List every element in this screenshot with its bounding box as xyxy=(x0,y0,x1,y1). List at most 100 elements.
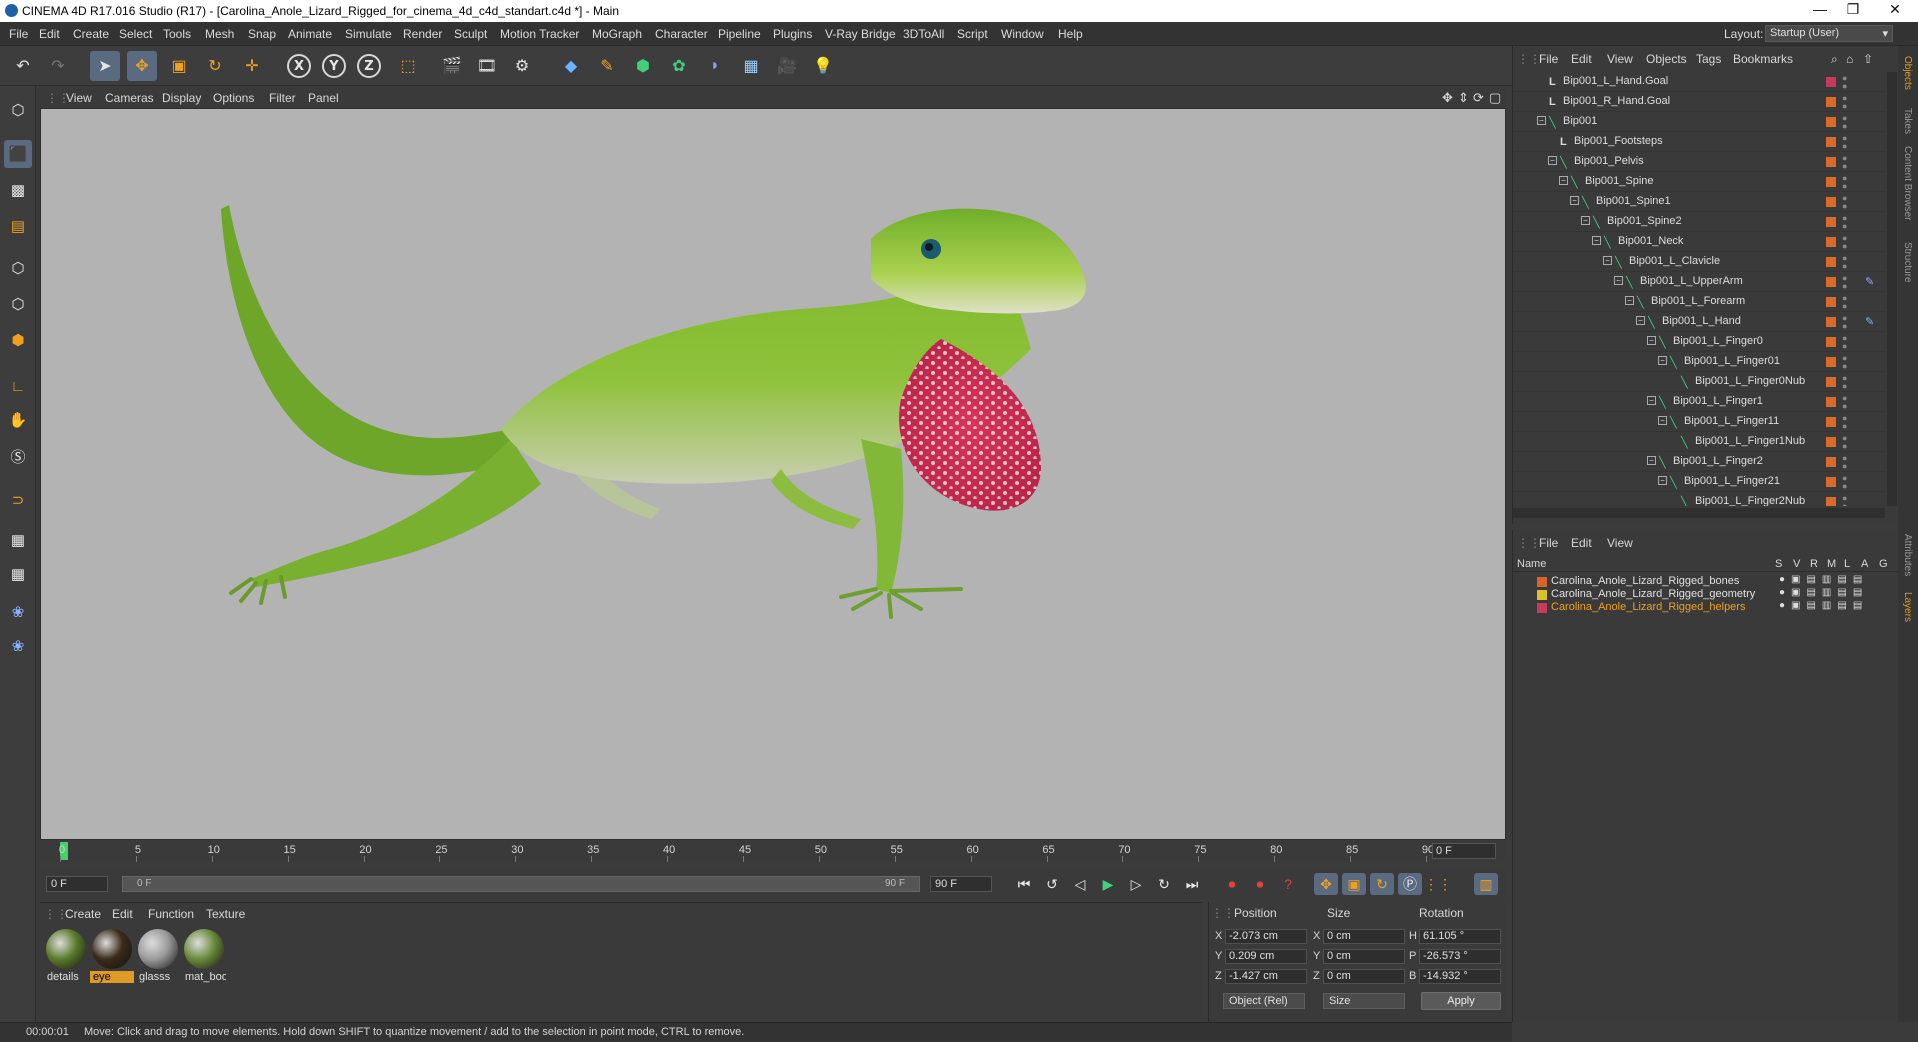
layer-color-tag[interactable] xyxy=(1826,397,1836,407)
undo-icon[interactable]: ↶ xyxy=(8,51,38,81)
material-menu-texture[interactable]: Texture xyxy=(206,907,245,921)
maximize-button[interactable]: ❐ xyxy=(1838,1,1868,21)
x-axis-lock[interactable]: X xyxy=(287,54,311,78)
viewport-menu-display[interactable]: Display xyxy=(162,91,201,105)
visibility-dots-icon[interactable]: ● ● xyxy=(1842,174,1847,191)
size-y-field[interactable]: 0 cm xyxy=(1323,949,1405,964)
cube-icon[interactable]: ◆ xyxy=(556,51,586,81)
collapse-toggle-icon[interactable]: − xyxy=(1647,456,1656,465)
menu-edit[interactable]: Edit xyxy=(39,27,60,41)
side-tab-content-browser[interactable]: Content Browser xyxy=(1902,146,1913,220)
menu-plugins[interactable]: Plugins xyxy=(773,27,812,41)
collapse-toggle-icon[interactable]: − xyxy=(1592,236,1601,245)
home-icon[interactable]: ⌂ xyxy=(1846,52,1853,66)
layer-color-tag[interactable] xyxy=(1826,317,1836,327)
object-row[interactable]: − ╲ Bip001_L_Hand ● ● ✎ xyxy=(1513,312,1885,332)
pos-x-field[interactable]: -2.073 cm xyxy=(1225,929,1307,944)
object-row[interactable]: − ╲ Bip001_L_Finger11 ● ● xyxy=(1513,412,1885,432)
polygons-mode-icon[interactable]: ⬢ xyxy=(4,326,32,354)
menu-motion-tracker[interactable]: Motion Tracker xyxy=(500,27,579,41)
material-menu-edit[interactable]: Edit xyxy=(112,907,133,921)
3d-viewport[interactable] xyxy=(40,108,1506,840)
menu-create[interactable]: Create xyxy=(73,27,109,41)
apply-button[interactable]: Apply xyxy=(1421,992,1501,1010)
collapse-toggle-icon[interactable]: − xyxy=(1603,256,1612,265)
visibility-dots-icon[interactable]: ● ● xyxy=(1842,214,1847,231)
object-row[interactable]: ╲ Bip001_L_Finger1Nub ● ● xyxy=(1513,432,1885,452)
layer-color-swatch[interactable] xyxy=(1537,577,1547,587)
visibility-dots-icon[interactable]: ● ● xyxy=(1842,394,1847,411)
python-icon[interactable]: ❀ xyxy=(4,598,32,626)
visibility-dots-icon[interactable]: ● ● xyxy=(1842,254,1847,271)
size-mode-dropdown[interactable]: Size xyxy=(1323,993,1405,1009)
object-row[interactable]: − ╲ Bip001_L_Finger21 ● ● xyxy=(1513,472,1885,492)
next-key-icon[interactable]: ↻ xyxy=(1152,873,1176,895)
edges-mode-icon[interactable]: ⬡ xyxy=(4,290,32,318)
layer-color-tag[interactable] xyxy=(1826,117,1836,127)
snap-icon[interactable]: Ⓢ xyxy=(4,442,32,470)
layer-menu-file[interactable]: File xyxy=(1539,536,1558,550)
layer-col-v[interactable]: V xyxy=(1793,558,1800,570)
z-axis-lock[interactable]: Z xyxy=(357,54,381,78)
timeline-ruler[interactable]: 0 5 10 15 20 25 30 35 40 45 50 55 60 65 70 75 80 85 90 0 F xyxy=(40,840,1506,862)
layer-color-tag[interactable] xyxy=(1826,337,1836,347)
layer-col-g[interactable]: G xyxy=(1879,558,1888,570)
object-row[interactable]: L Bip001_Footsteps ● ● xyxy=(1513,132,1885,152)
maximize-viewport-icon[interactable]: ▢ xyxy=(1489,90,1501,106)
layer-color-tag[interactable] xyxy=(1826,457,1836,467)
key-rotation-icon[interactable]: ↻ xyxy=(1370,873,1394,895)
menu-render[interactable]: Render xyxy=(403,27,442,41)
layer-col-a[interactable]: A xyxy=(1861,558,1868,570)
object-row[interactable]: − ╲ Bip001_L_Finger01 ● ● xyxy=(1513,352,1885,372)
collapse-toggle-icon[interactable]: − xyxy=(1658,416,1667,425)
record-icon[interactable]: ⏺ xyxy=(1220,873,1244,895)
layer-color-tag[interactable] xyxy=(1826,477,1836,487)
menu-sculpt[interactable]: Sculpt xyxy=(454,27,487,41)
key-parameter-icon[interactable]: Ⓟ xyxy=(1398,873,1422,895)
object-row[interactable]: ╲ Bip001_L_Finger2Nub ● ● xyxy=(1513,492,1885,506)
object-row[interactable]: L Bip001_L_Hand.Goal ● ● xyxy=(1513,72,1885,92)
object-row[interactable]: − ╲ Bip001_L_Clavicle ● ● xyxy=(1513,252,1885,272)
object-row[interactable]: − ╲ Bip001_Pelvis ● ● xyxy=(1513,152,1885,172)
material-swatch[interactable]: mat_boo xyxy=(182,927,226,987)
object-tree-hscroll[interactable] xyxy=(1513,508,1885,518)
collapse-toggle-icon[interactable]: − xyxy=(1581,216,1590,225)
previous-frame-icon[interactable]: ◁ xyxy=(1068,873,1092,895)
menu-snap[interactable]: Snap xyxy=(248,27,276,41)
floor-icon[interactable]: ▦ xyxy=(736,51,766,81)
object-row[interactable]: − ╲ Bip001_L_UpperArm ● ● ✎ xyxy=(1513,272,1885,292)
layer-color-tag[interactable] xyxy=(1826,157,1836,167)
object-menu-objects[interactable]: Objects xyxy=(1646,52,1687,66)
layer-color-tag[interactable] xyxy=(1826,417,1836,427)
menu-window[interactable]: Window xyxy=(1001,27,1044,41)
layer-color-tag[interactable] xyxy=(1826,297,1836,307)
object-row[interactable]: − ╲ Bip001_L_Finger2 ● ● xyxy=(1513,452,1885,472)
key-pla-icon[interactable]: ⋮⋮ xyxy=(1424,873,1452,895)
render-view-icon[interactable]: 🎬 xyxy=(437,51,467,81)
object-row[interactable]: − ╲ Bip001_L_Finger0 ● ● xyxy=(1513,332,1885,352)
end-frame-field[interactable]: 90 F xyxy=(930,876,992,892)
collapse-toggle-icon[interactable]: − xyxy=(1559,176,1568,185)
collapse-toggle-icon[interactable]: − xyxy=(1636,316,1645,325)
layer-color-tag[interactable] xyxy=(1826,197,1836,207)
go-to-start-icon[interactable]: ⏮ xyxy=(1012,873,1036,895)
pos-z-field[interactable]: -1.427 cm xyxy=(1225,969,1307,984)
layer-color-tag[interactable] xyxy=(1826,237,1836,247)
object-row[interactable]: − ╲ Bip001 ● ● xyxy=(1513,112,1885,132)
collapse-toggle-icon[interactable]: − xyxy=(1647,336,1656,345)
make-editable-icon[interactable]: ⬡ xyxy=(4,96,32,124)
visibility-dots-icon[interactable]: ● ● xyxy=(1842,314,1847,331)
menu-tools[interactable]: Tools xyxy=(163,27,191,41)
redo-icon[interactable]: ↷ xyxy=(43,51,73,81)
tweak-mode-icon[interactable]: ✋ xyxy=(4,406,32,434)
layer-color-tag[interactable] xyxy=(1826,377,1836,387)
previous-key-icon[interactable]: ↺ xyxy=(1040,873,1064,895)
select-arrow-icon[interactable]: ➤ xyxy=(90,51,120,81)
object-row[interactable]: − ╲ Bip001_Spine1 ● ● xyxy=(1513,192,1885,212)
menu-simulate[interactable]: Simulate xyxy=(345,27,392,41)
side-tab-layers[interactable]: Layers xyxy=(1902,592,1913,622)
layer-flag-icons[interactable]: ●▣▤▥▤▤ xyxy=(1779,600,1868,611)
go-to-end-icon[interactable]: ⏭ xyxy=(1180,873,1204,895)
rotate-icon[interactable]: ↻ xyxy=(200,51,230,81)
pan-icon[interactable]: ✥ xyxy=(1442,90,1453,106)
